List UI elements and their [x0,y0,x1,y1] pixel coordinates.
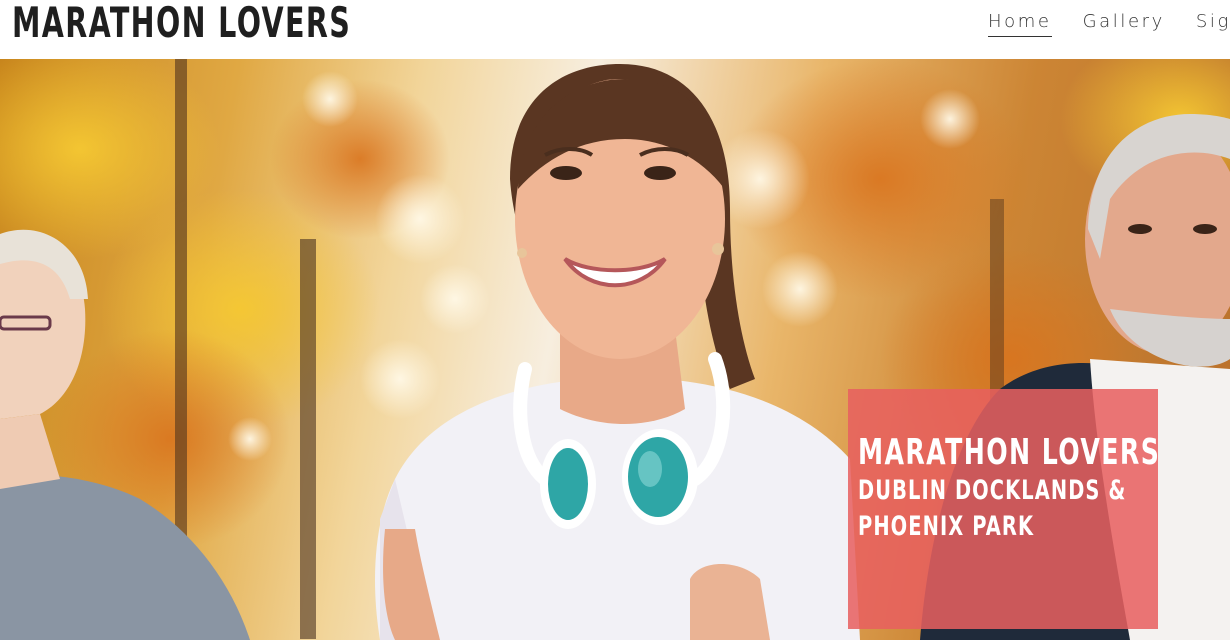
hero-caption-title: MARATHON LOVERS [858,432,1161,473]
hero-caption-card: MARATHON LOVERS DUBLIN DOCKLANDS & PHOEN… [848,389,1161,629]
hero-banner: MARATHON LOVERS DUBLIN DOCKLANDS & PHOEN… [0,59,1230,640]
site-title[interactable]: MARATHON LOVERS [12,0,351,47]
site-header: MARATHON LOVERS Home Gallery Sign [0,0,1230,59]
nav-gallery-link[interactable]: Gallery [1083,10,1165,37]
hero-caption-subtitle-line2: PHOENIX PARK [858,511,1035,542]
nav-home-link[interactable]: Home [988,10,1052,37]
main-nav: Home Gallery Sign [988,10,1230,37]
hero-caption-subtitle-line1: DUBLIN DOCKLANDS & [858,475,1127,506]
nav-sign-link[interactable]: Sign [1196,10,1230,37]
